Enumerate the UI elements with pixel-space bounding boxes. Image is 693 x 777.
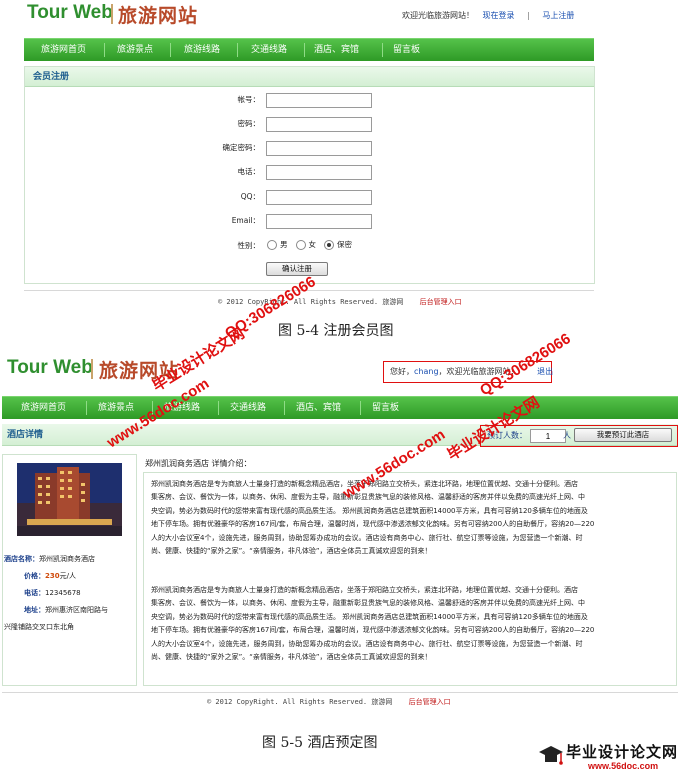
nav-hotels[interactable]: 酒店、宾馆 [314,39,359,61]
logo-divider [111,4,113,24]
qq-label: QQ： [240,192,260,201]
figure-caption: 图 5-5 酒店预定图 [262,735,378,751]
admin-entry-link[interactable]: 后台管理入口 [409,698,451,706]
booking-count-input[interactable] [530,429,566,443]
nav-attractions[interactable]: 旅游景点 [117,39,153,61]
logo-divider [91,359,93,379]
nav-guestbook[interactable]: 留言板 [372,397,399,419]
desc-line: 央空调，势必为数码时代的您带来富有现代感的高品质生活。 郑州凯润商务酒店总建筑面… [151,612,588,621]
main-nav: 旅游网首页 旅游景点 旅游线路 交通线路 酒店、宾馆 留言板 [24,38,594,61]
desc-line: 人的大小会议室4个，设施先进，服务周到，协助您筹办成功的会议。酒店设有商务中心、… [151,533,583,542]
description-paragraph-1: 郑州凯润商务酒店是专为商旅人士量身打造的新概念精品酒店，坐落于郑阳路立交桥头，紧… [151,478,673,558]
corner-logo-url: www.56doc.com [588,761,659,771]
desc-line: 央空调，势必为数码时代的您带来富有现代感的高品质生活。 郑州凯润商务酒店总建筑面… [151,506,588,515]
footer-copyright: © 2012 CopyRight. All Rights Reserved. 旅… [218,298,404,306]
desc-line: 集客房、会议、餐饮为一体，以商务、休闲、度假为主导，融重新彰显贵族气息的装修风格… [151,599,585,608]
gender-male-label: 男 [280,240,288,249]
admin-entry-link[interactable]: 后台管理入口 [420,298,462,306]
qq-input[interactable] [266,190,372,205]
hotel-name-value: 郑州凯润商务酒店 [39,555,95,563]
gender-radio-group: 男 女 保密 [267,239,352,250]
phone-value: 12345678 [45,589,81,597]
hotel-photo [17,463,122,536]
desc-line: 人的大小会议室4个，设施先进，服务周到，协助您筹办成功的会议。酒店设有商务中心、… [151,639,583,648]
gender-secret-radio[interactable] [324,239,334,250]
graduation-cap-icon [539,746,563,765]
desc-line: 郑州凯润商务酒店是专为商旅人士量身打造的新概念精品酒店，坐落于郑阳路立交桥头，紧… [151,480,578,488]
price-label: 价格： [24,572,45,580]
nav-routes[interactable]: 旅游线路 [184,39,220,61]
nav-transport[interactable]: 交通线路 [251,39,287,61]
login-link[interactable]: 现在登录 [483,11,515,20]
nav-home[interactable]: 旅游网首页 [21,397,66,419]
username-link[interactable]: chang [414,367,439,376]
account-input[interactable] [266,93,372,108]
desc-line: 集客房、会议、餐饮为一体，以商务、休闲、度假为主导，融重新彰显贵族气息的装修风格… [151,493,585,502]
gender-female-radio[interactable] [295,239,306,250]
booking-unit: 人 [563,431,571,440]
book-hotel-button[interactable]: 我要预订此酒店 [574,428,672,442]
gender-label: 性别： [237,241,261,250]
confirm-password-input[interactable] [266,141,372,156]
main-nav: 旅游网首页 旅游景点 旅游线路 交通线路 酒店、宾馆 留言板 [2,396,678,419]
address-line-2: 兴隆铺路交叉口东北角 [4,623,74,631]
site-logo-en[interactable]: Tour Web [7,357,93,379]
desc-line: 尚、健康、快捷的“家外之家”。“亲情服务，非凡体验”，酒店全体员工真诚欢迎您的到… [151,653,432,662]
gender-female-label: 女 [308,240,317,249]
desc-line: 尚、健康、快捷的“家外之家”。“亲情服务，非凡体验”，酒店全体员工真诚欢迎您的到… [151,547,432,556]
confirm-register-button[interactable]: 确认注册 [266,262,328,276]
footer-divider [2,692,678,693]
greeting-prefix: 您好， [390,367,414,376]
email-label: Email： [231,216,260,225]
price-value: 230 [45,572,60,580]
register-link[interactable]: 马上注册 [542,11,574,20]
section-title: 会员注册 [25,67,594,87]
footer-copyright: © 2012 CopyRight. All Rights Reserved. 旅… [207,698,393,706]
address-label: 地址： [24,606,45,614]
corner-watermark-logo: 毕业设计论文网 www.56doc.com [538,741,688,775]
corner-logo-title: 毕业设计论文网 [566,743,679,761]
nav-attractions[interactable]: 旅游景点 [98,397,134,419]
site-logo-cn[interactable]: 旅游网站 [118,1,198,28]
hotel-info-list: 酒店名称：郑州凯润商务酒店 价格：230元/人 电话：12345678 地址：郑… [4,549,108,634]
password-input[interactable] [266,117,372,132]
top-welcome-bar: 欢迎光临旅游网站！ 现在登录 | 马上注册 [402,10,574,21]
nav-hotels[interactable]: 酒店、宾馆 [296,397,341,419]
gender-secret-label: 保密 [337,240,352,249]
hotel-detail-heading: 郑州凯润商务酒店 详情介绍： [145,459,252,468]
link-separator: | [527,11,530,20]
email-input[interactable] [266,214,372,229]
figure-caption: 图 5-4 注册会员图 [278,323,394,339]
hotel-name-label: 酒店名称： [4,555,39,563]
logout-link[interactable]: 退出 [537,367,553,376]
footer: © 2012 CopyRight. All Rights Reserved. 旅… [218,297,462,307]
desc-line: 地下停车场。拥有优雅豪华的客房167间/套，布局合理，温馨时尚，现代感中渗透浓郁… [151,626,595,635]
nav-transport[interactable]: 交通线路 [230,397,266,419]
account-label: 帐号： [237,95,261,104]
description-paragraph-2: 郑州凯润商务酒店是专为商旅人士量身打造的新概念精品酒店，坐落于郑阳路立交桥头，紧… [151,584,673,664]
price-unit: 元/人 [59,572,76,580]
welcome-text: 欢迎光临旅游网站！ [402,11,474,20]
nav-home[interactable]: 旅游网首页 [41,39,86,61]
phone-label: 电话： [237,167,261,176]
gender-male-radio[interactable] [267,239,277,250]
desc-line: 地下停车场。拥有优雅豪华的客房167间/套，布局合理，温馨时尚，现代感中渗透浓郁… [151,520,595,529]
footer: © 2012 CopyRight. All Rights Reserved. 旅… [207,697,451,707]
site-logo-en[interactable]: Tour Web [27,2,113,24]
phone-label: 电话： [24,589,45,597]
address-line-1: 郑州惠济区南阳路与 [45,606,108,614]
desc-line: 郑州凯润商务酒店是专为商旅人士量身打造的新概念精品酒店，坐落于郑阳路立交桥头，紧… [151,586,578,594]
password-label: 密码： [237,119,261,128]
confirm-password-label: 确定密码： [222,143,261,152]
phone-input[interactable] [266,165,372,180]
nav-guestbook[interactable]: 留言板 [393,39,420,61]
